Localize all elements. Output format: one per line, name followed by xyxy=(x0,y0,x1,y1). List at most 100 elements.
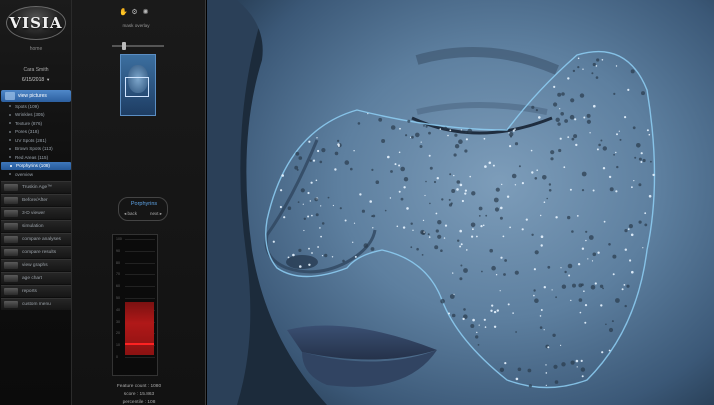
back-button[interactable]: ◂ back xyxy=(124,211,137,217)
pigment-spot xyxy=(298,156,303,160)
pigment-spot xyxy=(381,139,386,143)
porphyrin-spot xyxy=(353,150,355,152)
pigment-spot xyxy=(429,202,431,205)
gear-icon[interactable]: ⚙ xyxy=(131,8,138,16)
pigment-spot xyxy=(613,153,615,156)
pigment-spot xyxy=(410,246,413,249)
porphyrin-spot xyxy=(545,384,547,386)
porphyrin-spot xyxy=(317,149,320,153)
gauge-gridline xyxy=(125,250,155,252)
tool-age-chart[interactable]: age chart xyxy=(1,271,71,284)
pigment-spot xyxy=(421,254,424,256)
bullet-icon xyxy=(9,173,11,176)
gauge-tick-label: 40 xyxy=(116,307,120,312)
visia-logo[interactable]: VISIA xyxy=(6,6,66,40)
tool-before-after[interactable]: Before/After xyxy=(1,193,71,206)
porphyrin-spot xyxy=(533,294,535,297)
porphyrin-spot xyxy=(281,174,284,177)
sidebar-item-label: Pores (318) xyxy=(15,129,40,135)
porphyrin-spot xyxy=(584,304,588,307)
tool-simulation[interactable]: simulation xyxy=(1,219,71,232)
tool-3-d-viewer[interactable]: 3-D viewer xyxy=(1,206,71,219)
pigment-spot xyxy=(463,308,466,311)
pigment-spot xyxy=(535,109,538,112)
sidebar-item-wrinkles[interactable]: Wrinkles (305) xyxy=(0,111,72,120)
porphyrin-spot xyxy=(423,231,425,233)
sidebar-item-porphyrins[interactable]: Porphyrins (108) xyxy=(1,161,71,170)
pigment-spot xyxy=(300,188,305,193)
session-date-selector[interactable]: 6/15/2018 ▼ xyxy=(0,77,72,83)
sidebar-item-label: Wrinkles (305) xyxy=(15,112,45,118)
porphyrin-spot xyxy=(332,204,334,207)
tool-compare-results[interactable]: compare results xyxy=(1,245,71,258)
view-pictures-button[interactable]: view pictures xyxy=(1,90,71,102)
porphyrin-spot xyxy=(623,284,626,286)
pigment-spot xyxy=(517,367,522,372)
tool-custom-menu[interactable]: custom menu xyxy=(1,297,71,310)
pigment-spot xyxy=(441,198,444,201)
porphyrin-spot xyxy=(540,235,544,238)
porphyrin-spot xyxy=(603,220,606,223)
light-icon[interactable]: ✺ xyxy=(142,8,149,16)
sidebar-item-overview[interactable]: overview xyxy=(0,170,72,179)
porphyrin-spot xyxy=(597,251,600,254)
pigment-spot xyxy=(370,247,375,251)
porphyrin-spot xyxy=(627,228,630,231)
zoom-slider[interactable] xyxy=(112,42,164,50)
pigment-spot xyxy=(546,197,548,200)
porphyrin-spot xyxy=(577,263,581,266)
pigment-spot xyxy=(319,160,323,164)
view-pictures-label: view pictures xyxy=(18,93,47,99)
pigment-spot xyxy=(605,323,607,326)
pigment-spot xyxy=(403,177,409,182)
next-button[interactable]: next ▸ xyxy=(150,211,162,217)
sidebar-item-brown-spots[interactable]: Brown Spots (113) xyxy=(0,145,72,154)
tool-view-graphs[interactable]: view graphs xyxy=(1,258,71,271)
pigment-spot xyxy=(410,222,413,225)
pigment-spot xyxy=(573,134,578,139)
sidebar-item-pores[interactable]: Pores (318) xyxy=(0,128,72,137)
pigment-spot xyxy=(632,126,636,130)
sidebar-item-red-areas[interactable]: Red Areas (115) xyxy=(0,153,72,162)
pigment-spot xyxy=(518,165,521,168)
pigment-spot xyxy=(564,119,568,123)
pigment-spot xyxy=(503,273,506,276)
analysis-title: Porphyrins xyxy=(130,201,158,207)
porphyrin-spot xyxy=(459,245,462,248)
hand-icon[interactable]: ✋ xyxy=(119,8,128,16)
porphyrin-spot xyxy=(482,224,485,227)
porphyrin-spot xyxy=(311,214,313,217)
pigment-spot xyxy=(571,230,574,233)
sidebar-item-texture[interactable]: Texture (876) xyxy=(0,119,72,128)
thumbnail-focus-box[interactable] xyxy=(125,77,149,97)
home-label[interactable]: home xyxy=(0,46,72,52)
pigment-spot xyxy=(477,344,480,346)
face-image xyxy=(207,0,714,405)
tool-truskin-age[interactable]: Truskin Age™ xyxy=(1,180,71,193)
porphyrin-spot xyxy=(583,116,586,119)
gauge-tick-label: 100 xyxy=(116,237,122,241)
pigment-spot xyxy=(309,159,312,162)
image-viewer[interactable] xyxy=(207,0,714,405)
mode-icons: ✋ ⚙ ✺ xyxy=(119,8,149,16)
porphyrin-spot xyxy=(521,228,524,231)
pigment-spot xyxy=(454,133,458,137)
tool-compare-analyses[interactable]: compare analyses xyxy=(1,232,71,245)
zoom-slider-knob[interactable] xyxy=(122,42,126,50)
camera-icon xyxy=(5,92,15,100)
pigment-spot xyxy=(357,122,361,125)
porphyrin-spot xyxy=(310,181,313,184)
tool-reports[interactable]: reports xyxy=(1,284,71,297)
sidebar-item-spots[interactable]: Spots (109) xyxy=(0,102,72,111)
porphyrin-spot xyxy=(502,235,505,238)
sidebar-item-uv-spots[interactable]: UV Spots (281) xyxy=(0,136,72,145)
porphyrin-spot xyxy=(621,288,624,291)
sidebar-item-label: Brown Spots (113) xyxy=(15,146,53,152)
face-thumbnail[interactable] xyxy=(120,54,156,116)
porphyrin-spot xyxy=(483,318,486,321)
pigment-spot xyxy=(419,145,423,148)
pigment-spot xyxy=(428,131,431,135)
pigment-spot xyxy=(628,224,633,229)
porphyrin-spot xyxy=(601,351,604,354)
pigment-spot xyxy=(581,189,585,192)
